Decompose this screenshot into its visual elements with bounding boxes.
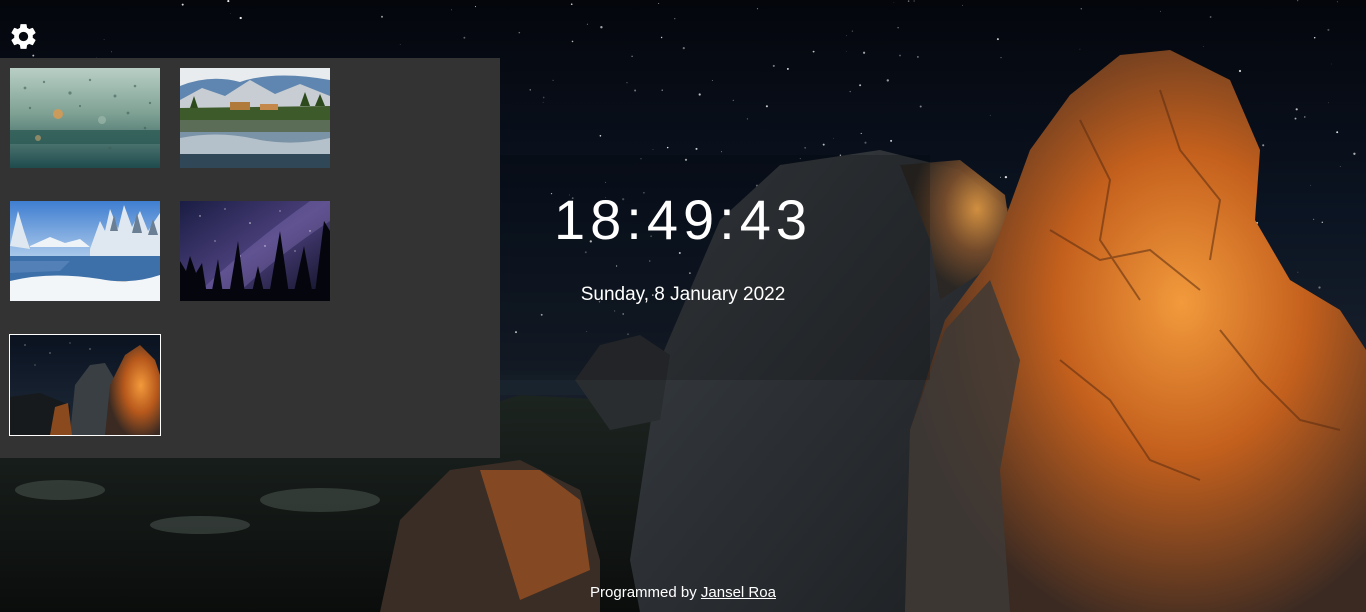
wallpaper-thumb-mountain-lake[interactable] [180,68,330,168]
rain-thumbnail [10,68,160,168]
author-link[interactable]: Jansel Roa [701,584,776,601]
footer-credit: Programmed by Jansel Roa [433,584,933,601]
settings-button[interactable] [8,21,39,52]
wallpaper-thumb-rain[interactable] [10,68,160,168]
clock: 18:49:43 Sunday, 8 January 2022 [433,190,933,306]
clock-app: 18:49:43 Sunday, 8 January 2022 Programm… [0,0,1366,612]
wallpaper-panel [0,58,500,458]
gear-icon [11,24,36,49]
wallpaper-thumb-snowy-lake[interactable] [10,201,160,301]
clock-time: 18:49:43 [554,188,812,251]
milky-way-thumbnail [180,201,330,301]
clock-date: Sunday, 8 January 2022 [580,284,786,305]
wallpaper-thumb-milky-way[interactable] [180,201,330,301]
mountain-lake-thumbnail [180,68,330,168]
glowing-rocks-thumbnail [10,335,160,435]
snowy-lake-thumbnail [10,201,160,301]
wallpaper-thumb-glowing-rocks[interactable] [9,334,161,436]
footer-prefix: Programmed by [590,584,701,601]
